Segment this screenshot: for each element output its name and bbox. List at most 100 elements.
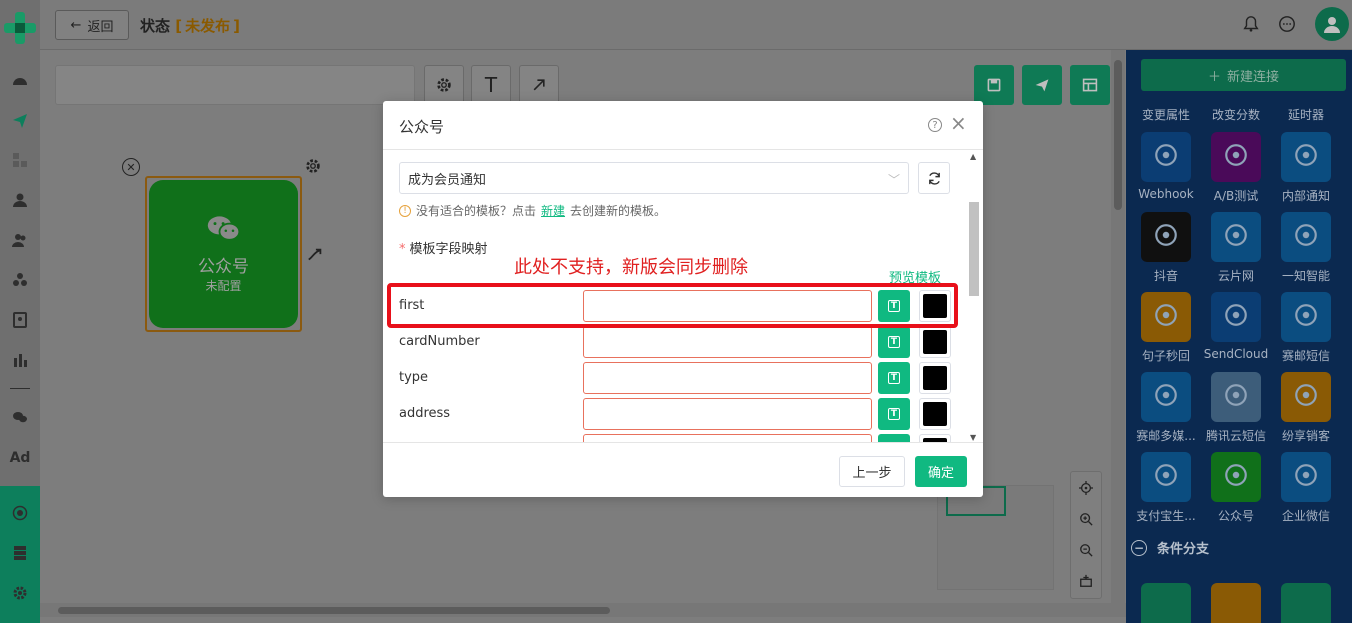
tile-label[interactable]: 一知智能: [1271, 267, 1341, 284]
tiktok-tile[interactable]: [1141, 212, 1191, 262]
field-value-input[interactable]: [583, 398, 872, 430]
tile-label[interactable]: 腾讯云短信: [1201, 427, 1271, 444]
webhook-tile[interactable]: [1141, 132, 1191, 182]
tile-label[interactable]: 公众号: [1201, 507, 1271, 524]
server-icon[interactable]: [8, 541, 32, 565]
field-value-input[interactable]: [583, 326, 872, 358]
zoom-out-icon[interactable]: [1071, 534, 1101, 565]
arrow-tool-icon[interactable]: [519, 65, 559, 105]
submail-tile[interactable]: [1281, 292, 1331, 342]
branch-tile-2[interactable]: [1211, 583, 1261, 623]
user-icon[interactable]: [8, 188, 32, 212]
save-button[interactable]: [974, 65, 1014, 105]
bell-tile[interactable]: [1281, 132, 1331, 182]
wecom-icon: [1293, 462, 1319, 492]
field-value-input[interactable]: [583, 434, 872, 442]
insert-text-button[interactable]: T: [878, 434, 910, 442]
grid-icon[interactable]: [8, 148, 32, 172]
condition-branch-section[interactable]: − 条件分支: [1131, 538, 1209, 557]
node-delete-icon[interactable]: ✕: [122, 158, 140, 176]
locate-icon[interactable]: [1071, 472, 1101, 503]
wechat-node[interactable]: 公众号 未配置: [145, 176, 302, 332]
create-template-link[interactable]: 新建: [541, 202, 565, 219]
hub-icon[interactable]: [8, 501, 32, 525]
canvas-horizontal-scrollbar[interactable]: [40, 603, 1126, 617]
settings-icon[interactable]: [8, 581, 32, 605]
tile-label[interactable]: 赛邮短信: [1271, 347, 1341, 364]
insert-text-button[interactable]: T: [878, 362, 910, 394]
category-delay[interactable]: 延时器: [1271, 106, 1341, 123]
alipay-tile[interactable]: [1141, 452, 1191, 502]
publish-button[interactable]: [1022, 65, 1062, 105]
profile-card-icon[interactable]: [8, 308, 32, 332]
close-icon[interactable]: ×: [950, 113, 967, 133]
template-select[interactable]: 成为会员通知 ﹀: [399, 162, 909, 194]
layout-button[interactable]: [1070, 65, 1110, 105]
confirm-button[interactable]: 确定: [915, 456, 967, 487]
ad-icon[interactable]: Ad: [8, 446, 32, 470]
wechat-rail-icon[interactable]: [8, 405, 32, 429]
color-picker[interactable]: [919, 326, 951, 358]
sendcloud-tile[interactable]: [1211, 292, 1261, 342]
robot-tile[interactable]: [1281, 372, 1331, 422]
tencent-cloud-tile[interactable]: [1211, 372, 1261, 422]
wecom-tile[interactable]: [1281, 452, 1331, 502]
cloud-icon: [1223, 222, 1249, 252]
segments-icon[interactable]: [8, 268, 32, 292]
branch-tile-3[interactable]: [1281, 583, 1331, 623]
tile-label[interactable]: 支付宝生...: [1131, 507, 1201, 524]
tile-label[interactable]: 句子秒回: [1131, 347, 1201, 364]
zoom-in-icon[interactable]: [1071, 503, 1101, 534]
branch-tile-1[interactable]: [1141, 583, 1191, 623]
annotation-text: 此处不支持，新版会同步删除: [514, 257, 748, 278]
ab-test-tile[interactable]: [1211, 132, 1261, 182]
bar-chart-icon[interactable]: [8, 348, 32, 372]
back-button[interactable]: ← 返回: [55, 10, 129, 40]
tile-label[interactable]: 云片网: [1201, 267, 1271, 284]
tile-label[interactable]: 内部通知: [1271, 187, 1341, 204]
cloud-tile[interactable]: [1211, 212, 1261, 262]
tile-label[interactable]: 企业微信: [1271, 507, 1341, 524]
refresh-button[interactable]: [918, 162, 950, 194]
previous-step-button[interactable]: 上一步: [839, 456, 905, 487]
message-icon[interactable]: [1278, 15, 1298, 35]
minimap[interactable]: [937, 485, 1054, 590]
category-change-attribute[interactable]: 变更属性: [1131, 106, 1201, 123]
tile-label[interactable]: Webhook: [1131, 187, 1201, 201]
text-icon: T: [888, 336, 900, 348]
canvas-vertical-scrollbar[interactable]: [1111, 50, 1125, 603]
new-connection-button[interactable]: ＋ 新建连接: [1141, 59, 1346, 91]
submail-mms-tile[interactable]: [1141, 372, 1191, 422]
tile-label[interactable]: 赛邮多媒...: [1131, 427, 1201, 444]
user-avatar[interactable]: [1315, 7, 1349, 41]
tile-label[interactable]: 抖音: [1131, 267, 1201, 284]
flow-name-input[interactable]: [55, 65, 415, 105]
bell-icon[interactable]: [1242, 15, 1262, 35]
users-icon[interactable]: [8, 228, 32, 252]
tile-label[interactable]: SendCloud: [1201, 347, 1271, 361]
dialog-scrollbar[interactable]: ▲ ▼: [968, 150, 980, 442]
send-icon[interactable]: [8, 108, 32, 132]
insert-text-button[interactable]: T: [878, 398, 910, 430]
color-picker[interactable]: [919, 398, 951, 430]
tile-label[interactable]: 纷享销客: [1271, 427, 1341, 444]
connector-icon[interactable]: [306, 246, 324, 268]
tile-label[interactable]: A/B测试: [1201, 187, 1271, 204]
category-change-score[interactable]: 改变分数: [1201, 106, 1271, 123]
insert-text-button[interactable]: T: [878, 326, 910, 358]
fit-view-icon[interactable]: [1071, 565, 1101, 596]
chat-bubble-tile[interactable]: [1141, 292, 1191, 342]
color-picker[interactable]: [919, 434, 951, 442]
help-icon[interactable]: ?: [928, 118, 942, 132]
dashboard-icon[interactable]: [8, 69, 32, 93]
collapse-icon[interactable]: −: [1131, 539, 1147, 556]
wechat-tile[interactable]: [1211, 452, 1261, 502]
field-value-input[interactable]: [583, 362, 872, 394]
yiwise-tile[interactable]: [1281, 212, 1331, 262]
text-tool-icon[interactable]: T: [471, 65, 511, 105]
node-settings-icon[interactable]: [304, 157, 322, 179]
field-row: address T: [399, 398, 959, 430]
text-icon: T: [888, 372, 900, 384]
color-picker[interactable]: [919, 362, 951, 394]
gear-icon[interactable]: [424, 65, 464, 105]
